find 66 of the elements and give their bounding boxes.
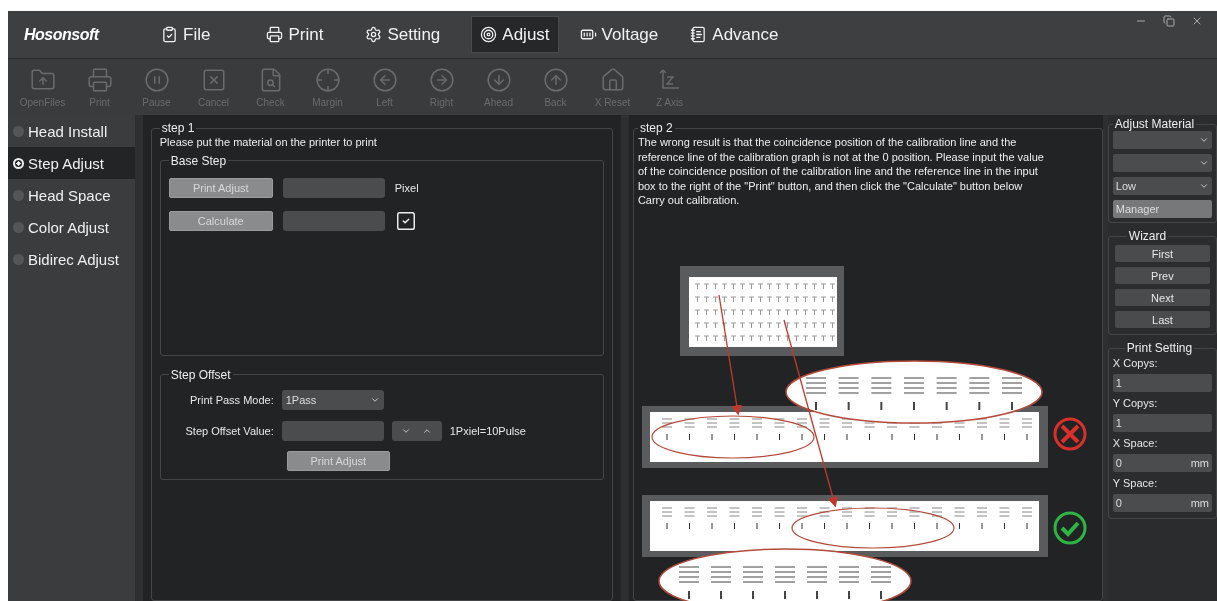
group-title: step 2	[638, 121, 674, 135]
pause-icon	[143, 66, 170, 93]
radio-icon	[13, 125, 24, 137]
input-field[interactable]: 1	[1112, 414, 1212, 432]
sidebar-item[interactable]: Head Space	[8, 179, 135, 211]
radio-icon	[13, 221, 24, 233]
menu-tab[interactable]: Print	[257, 16, 333, 53]
check-icon	[1053, 511, 1087, 545]
menu-tab[interactable]: File	[152, 16, 220, 53]
menu-tab[interactable]: Voltage	[570, 16, 668, 53]
field-label: Print Pass Mode:	[189, 393, 274, 406]
wizard-button[interactable]: Last	[1114, 311, 1210, 328]
menu-tab[interactable]: Setting	[356, 16, 450, 53]
group-title: Wizard	[1127, 229, 1168, 243]
dropdown[interactable]: Low	[1112, 177, 1212, 195]
field-label: Step Offset Value:	[184, 424, 274, 437]
pass-mode-dropdown[interactable]: 1Pass	[281, 389, 384, 410]
printer-icon	[86, 66, 113, 93]
sidebar-item[interactable]: Color Adjust	[8, 211, 135, 243]
instruction-text: Please put the material on the printer to print	[159, 135, 378, 150]
radio-icon	[13, 253, 24, 265]
field-label: Y Copys:	[1112, 397, 1159, 409]
menu-tab[interactable]: Advance	[681, 16, 788, 53]
input-field[interactable]	[281, 420, 384, 441]
wizard-button[interactable]: First	[1114, 245, 1210, 262]
sidebar-item[interactable]: Step Adjust	[8, 147, 135, 179]
chevron-down-icon	[1199, 181, 1209, 191]
input-field[interactable]: 0 mm	[1112, 454, 1212, 472]
restore-icon[interactable]	[1163, 15, 1175, 27]
field-label: X Space:	[1112, 437, 1159, 449]
crosshair-icon	[314, 66, 341, 93]
group-title: Base Step	[169, 153, 228, 168]
input-field[interactable]: 1	[1112, 374, 1212, 392]
menu-tab[interactable]: Adjust	[471, 16, 559, 53]
unit-note: 1Pxiel=10Pulse	[449, 424, 526, 437]
wizard-button[interactable]: Prev	[1114, 267, 1210, 284]
group-title: Print Setting	[1125, 341, 1194, 355]
group-title: Step Offset	[169, 367, 232, 382]
chevron-down-icon	[1199, 135, 1209, 145]
notebook-icon	[690, 26, 708, 43]
input-field[interactable]	[282, 210, 385, 231]
spin-buttons[interactable]	[391, 420, 442, 441]
unit-label: Pixel	[394, 181, 419, 194]
input-field[interactable]	[282, 177, 385, 198]
group-title: Adjust Material	[1113, 117, 1196, 131]
field-label: Y Space:	[1112, 477, 1159, 489]
input-field[interactable]: 0 mm	[1112, 494, 1212, 512]
radio-icon	[13, 189, 24, 201]
group-title: step 1	[160, 121, 196, 135]
error-icon	[1053, 417, 1087, 451]
sidebar-item[interactable]: Head Install	[8, 115, 135, 147]
checkbox[interactable]	[394, 209, 417, 232]
radio-icon	[13, 157, 24, 169]
gear-icon	[365, 26, 383, 43]
field-label: X Copys:	[1112, 357, 1159, 369]
target-icon	[480, 26, 498, 43]
wizard-button[interactable]: Next	[1114, 289, 1210, 306]
cancel-icon	[200, 66, 227, 93]
clipboard-icon	[161, 26, 178, 43]
printer-icon	[266, 26, 284, 43]
explanation-text: The wrong result is that the coincidence position of the calibration line and the reference line of the calibration graph is not at the 0 position. Please input the value of the coincidence position of the calibration line and the reference line in the input box to the right of the "Print" button, and then click the "Calculate" button below Carry out calibration.	[637, 135, 1045, 208]
close-icon[interactable]	[1191, 15, 1203, 27]
app-logo: Hosonsoft	[23, 25, 101, 44]
home-icon	[599, 66, 626, 93]
sidebar-item[interactable]: Bidirec Adjust	[8, 243, 135, 275]
chevron-down-icon	[1199, 158, 1209, 168]
